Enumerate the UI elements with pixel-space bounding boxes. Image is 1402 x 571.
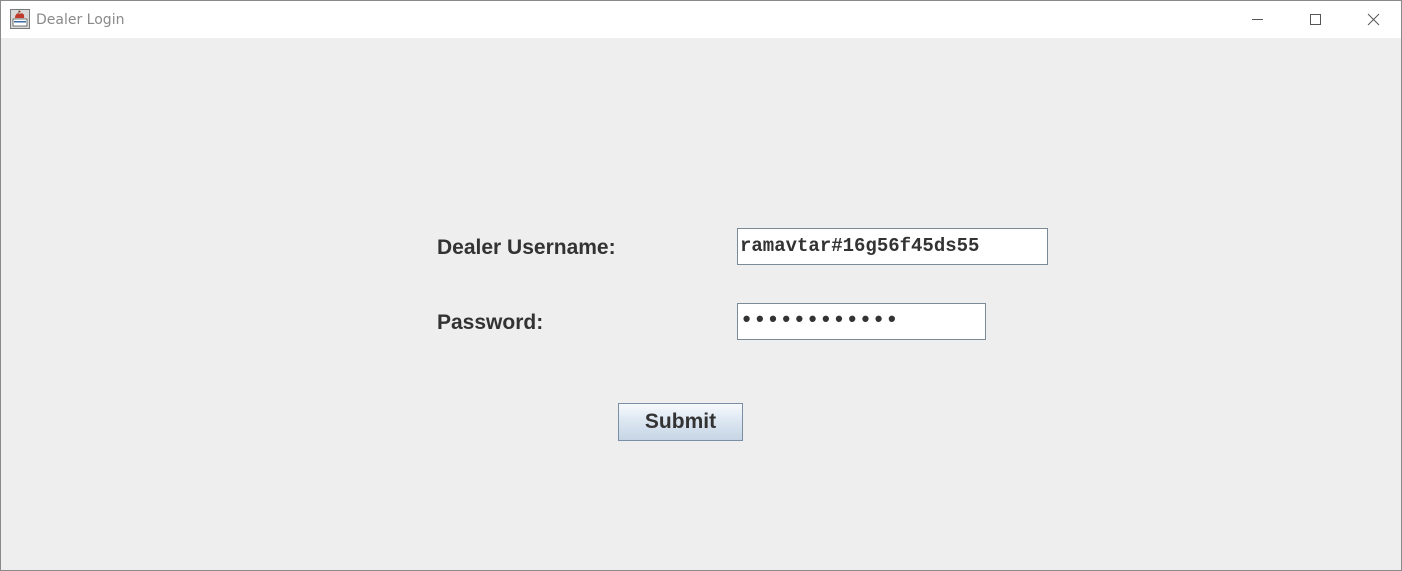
dealer-login-window: Dealer Login Dealer Username: ramavtar#1… [0,0,1402,571]
window-title: Dealer Login [36,12,125,28]
login-panel: Dealer Username: ramavtar#16g56f45ds55 P… [1,38,1401,570]
title-bar[interactable]: Dealer Login [1,1,1401,38]
minimize-icon [1252,19,1263,20]
java-app-icon [10,9,30,29]
password-label: Password: [437,311,544,334]
username-label: Dealer Username: [437,236,616,259]
minimize-button[interactable] [1228,1,1286,38]
close-icon [1367,13,1380,26]
maximize-icon [1310,14,1321,25]
submit-button[interactable]: Submit [618,403,743,441]
password-field[interactable]: •••••••••••• [737,303,986,340]
maximize-button[interactable] [1286,1,1344,38]
username-field[interactable]: ramavtar#16g56f45ds55 [737,228,1048,265]
close-button[interactable] [1344,1,1401,38]
